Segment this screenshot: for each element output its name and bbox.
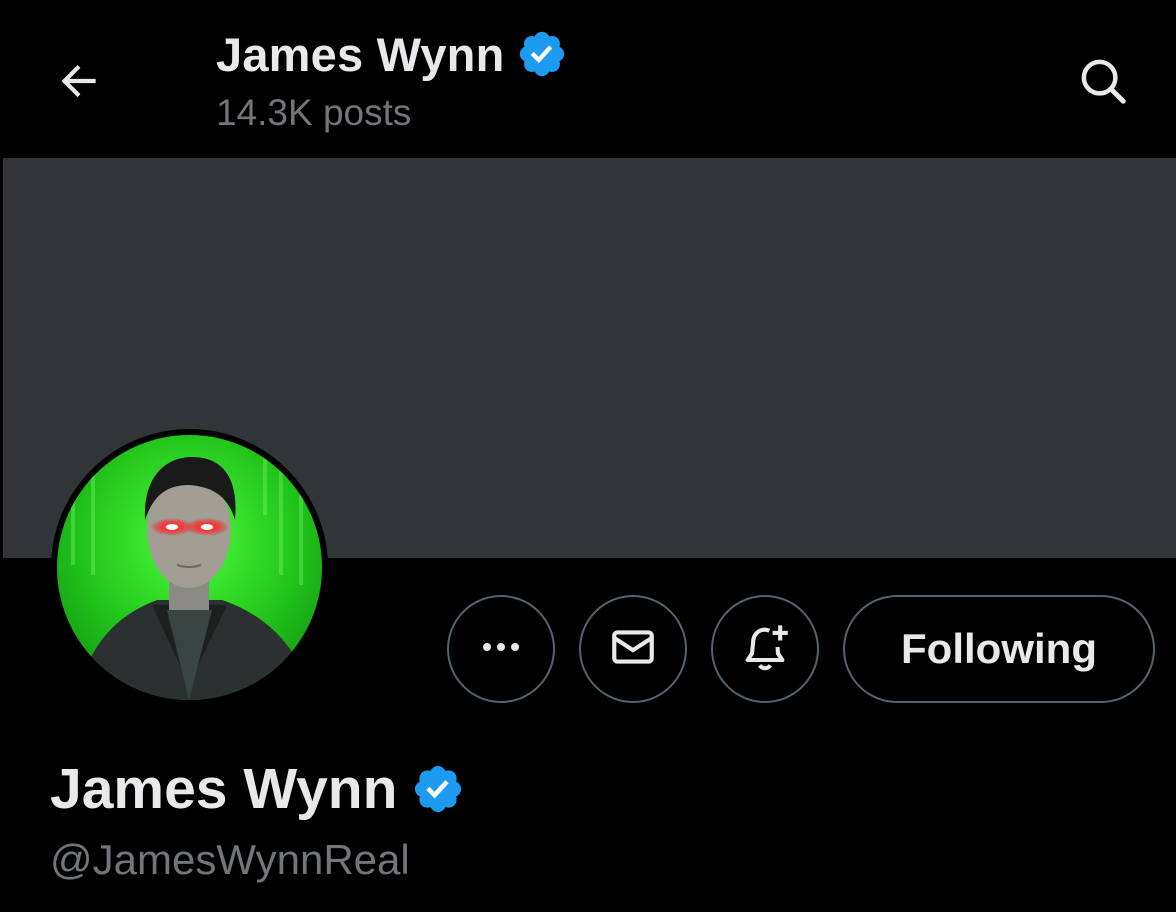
avatar[interactable]	[51, 429, 328, 706]
posts-count: 14.3K posts	[216, 92, 412, 133]
search-icon	[1076, 54, 1130, 113]
notify-button[interactable]	[711, 595, 819, 703]
following-label: Following	[901, 625, 1097, 672]
back-button[interactable]	[40, 44, 118, 122]
header-titles: James Wynn 14.3K posts	[216, 26, 568, 134]
profile-name: James Wynn	[50, 757, 398, 821]
header-name: James Wynn	[216, 27, 505, 81]
verified-badge-icon	[516, 28, 568, 80]
mail-icon	[608, 622, 658, 677]
profile-page: James Wynn 14.3K posts Following James W…	[0, 0, 1176, 912]
verified-badge-icon[interactable]	[411, 762, 465, 816]
bell-plus-icon	[739, 621, 791, 678]
ellipsis-icon	[477, 623, 525, 676]
profile-handle: @JamesWynnReal	[50, 836, 410, 883]
profile-name-row: James Wynn	[50, 756, 465, 822]
avatar-image	[57, 435, 322, 700]
following-button[interactable]: Following	[843, 595, 1155, 703]
arrow-left-icon	[54, 56, 104, 111]
more-button[interactable]	[447, 595, 555, 703]
message-button[interactable]	[579, 595, 687, 703]
header-name-row: James Wynn	[216, 26, 568, 82]
search-button[interactable]	[1064, 44, 1142, 122]
top-header: James Wynn 14.3K posts	[0, 0, 1176, 158]
